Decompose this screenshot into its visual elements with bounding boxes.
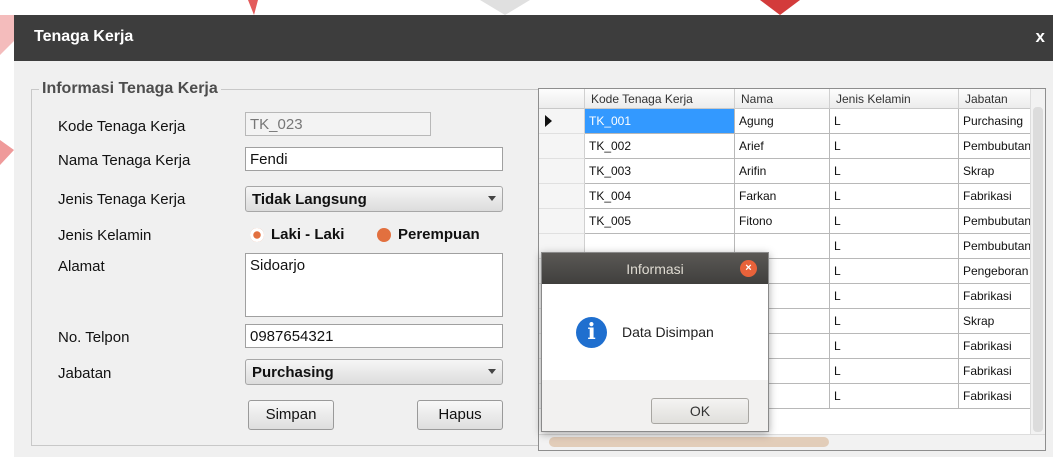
table-cell[interactable]: Farkan (735, 184, 830, 209)
radio-perempuan-label: Perempuan (398, 226, 480, 243)
window-title: Tenaga Kerja (34, 28, 134, 45)
dialog-body: i Data Disimpan (542, 284, 768, 380)
table-cell[interactable]: L (830, 184, 959, 209)
table-cell[interactable]: Fabrikasi (959, 359, 1031, 384)
telpon-label: No. Telpon (58, 329, 130, 346)
table-cell[interactable]: TK_002 (585, 134, 735, 159)
row-header[interactable] (539, 134, 585, 159)
scrollbar-thumb[interactable] (1033, 107, 1043, 432)
table-cell[interactable]: L (830, 334, 959, 359)
table-cell[interactable]: Pembubutan (959, 234, 1031, 259)
table-cell[interactable]: L (830, 359, 959, 384)
informasi-dialog: Informasi × i Data Disimpan OK (541, 252, 769, 432)
radio-perempuan[interactable]: Perempuan (377, 226, 480, 243)
jenis-label: Jenis Tenaga Kerja (58, 191, 186, 208)
kelamin-label: Jenis Kelamin (58, 227, 152, 244)
table-cell[interactable]: L (830, 109, 959, 134)
nama-field[interactable]: Fendi (245, 147, 503, 171)
row-header[interactable] (539, 209, 585, 234)
telpon-field[interactable]: 0987654321 (245, 324, 503, 348)
table-cell[interactable]: L (830, 159, 959, 184)
jenis-select[interactable]: Tidak Langsung (245, 186, 503, 212)
title-bar: Tenaga Kerja x (14, 15, 1053, 61)
jenis-select-value: Tidak Langsung (252, 191, 367, 208)
scrollbar-thumb[interactable] (549, 437, 829, 447)
table-cell[interactable]: Arief (735, 134, 830, 159)
simpan-button[interactable]: Simpan (248, 400, 334, 430)
grid-corner-header (539, 89, 585, 109)
table-cell[interactable]: TK_004 (585, 184, 735, 209)
alamat-label: Alamat (58, 258, 105, 275)
chevron-down-icon (488, 369, 496, 374)
table-cell[interactable]: TK_001 (585, 109, 735, 134)
kode-field[interactable]: TK_023 (245, 112, 431, 136)
tenaga-kerja-window: Tenaga Kerja x Informasi Tenaga Kerja Ko… (14, 15, 1053, 457)
table-cell[interactable]: Skrap (959, 159, 1031, 184)
table-cell[interactable]: TK_003 (585, 159, 735, 184)
radio-checked-icon (250, 227, 264, 242)
column-header-nama[interactable]: Nama (735, 89, 830, 109)
table-cell[interactable]: L (830, 209, 959, 234)
jabatan-select-value: Purchasing (252, 364, 334, 381)
table-cell[interactable]: Purchasing (959, 109, 1031, 134)
radio-laki-laki[interactable]: Laki - Laki (250, 226, 344, 243)
info-icon: i (576, 317, 607, 348)
row-header[interactable] (539, 109, 585, 134)
table-cell[interactable]: L (830, 284, 959, 309)
row-header[interactable] (539, 184, 585, 209)
kode-label: Kode Tenaga Kerja (58, 118, 186, 135)
radio-unchecked-icon (377, 227, 391, 242)
table-cell[interactable]: Fabrikasi (959, 384, 1031, 409)
column-header-kode[interactable]: Kode Tenaga Kerja (585, 89, 735, 109)
radio-laki-laki-label: Laki - Laki (271, 226, 345, 243)
jabatan-select[interactable]: Purchasing (245, 359, 503, 385)
dialog-title-bar: Informasi × (542, 253, 768, 284)
table-cell[interactable]: Pembubutan (959, 209, 1031, 234)
horizontal-scrollbar[interactable] (539, 434, 1045, 450)
vertical-scrollbar[interactable] (1030, 89, 1045, 434)
table-cell[interactable]: Pengeboran (959, 259, 1031, 284)
table-cell[interactable]: L (830, 309, 959, 334)
nama-label: Nama Tenaga Kerja (58, 152, 191, 169)
table-cell[interactable]: Agung (735, 109, 830, 134)
table-cell[interactable]: L (830, 384, 959, 409)
table-cell[interactable]: L (830, 234, 959, 259)
table-cell[interactable]: Fabrikasi (959, 184, 1031, 209)
table-cell[interactable]: L (830, 259, 959, 284)
table-cell[interactable]: Fabrikasi (959, 334, 1031, 359)
dialog-title: Informasi (626, 261, 684, 277)
hapus-button[interactable]: Hapus (417, 400, 503, 430)
alamat-textarea[interactable]: Sidoarjo (245, 253, 503, 317)
row-pointer-icon (545, 115, 552, 127)
dialog-message: Data Disimpan (622, 324, 714, 340)
table-cell[interactable]: Pembubutan (959, 134, 1031, 159)
close-icon[interactable]: x (1036, 27, 1045, 47)
column-header-jabatan[interactable]: Jabatan (959, 89, 1031, 109)
table-cell[interactable]: Fabrikasi (959, 284, 1031, 309)
row-header[interactable] (539, 159, 585, 184)
ok-button[interactable]: OK (651, 398, 749, 424)
close-icon[interactable]: × (740, 260, 757, 277)
chevron-down-icon (488, 196, 496, 201)
group-title: Informasi Tenaga Kerja (39, 80, 221, 98)
table-cell[interactable]: Skrap (959, 309, 1031, 334)
jabatan-label: Jabatan (58, 365, 112, 382)
table-cell[interactable]: Arifin (735, 159, 830, 184)
table-cell[interactable]: Fitono (735, 209, 830, 234)
table-cell[interactable]: L (830, 134, 959, 159)
column-header-jenis-kelamin[interactable]: Jenis Kelamin (830, 89, 959, 109)
table-cell[interactable]: TK_005 (585, 209, 735, 234)
